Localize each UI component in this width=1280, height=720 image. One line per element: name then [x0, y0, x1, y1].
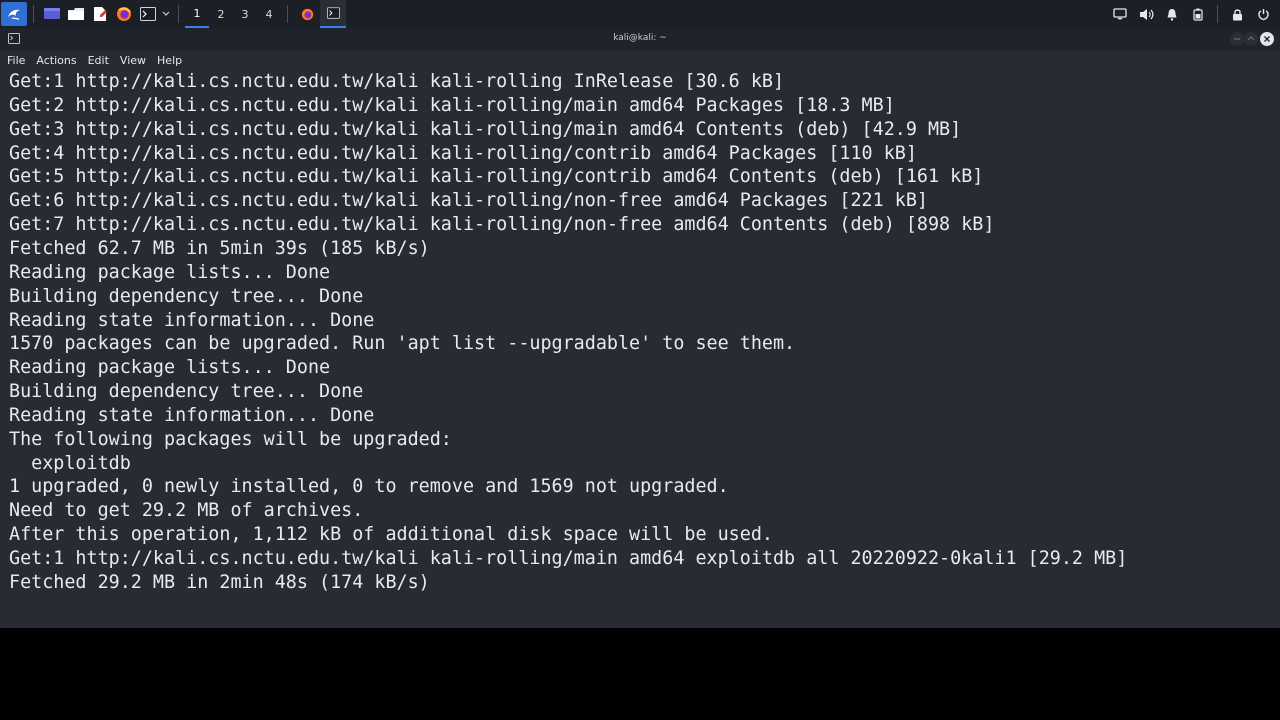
task-firefox[interactable] — [294, 0, 320, 28]
panel-separator — [287, 5, 288, 23]
top-panel: 1 2 3 4 — [0, 0, 1280, 28]
notification-bell-icon[interactable] — [1159, 0, 1185, 28]
lock-icon[interactable] — [1224, 0, 1250, 28]
terminal-line: Reading state information... Done — [9, 309, 375, 331]
minimize-icon — [1234, 38, 1240, 40]
terminal-line: Reading state information... Done — [9, 404, 375, 426]
terminal-output[interactable]: Get:1 http://kali.cs.nctu.edu.tw/kali ka… — [0, 70, 1280, 628]
terminal-line: After this operation, 1,112 kB of additi… — [9, 524, 773, 546]
window-menubar: File Actions Edit View Help — [0, 50, 1280, 70]
file-manager-launcher[interactable] — [64, 0, 88, 28]
terminal-line: Fetched 29.2 MB in 2min 48s (174 kB/s) — [9, 571, 430, 593]
terminal-line: Get:5 http://kali.cs.nctu.edu.tw/kali ka… — [9, 166, 984, 188]
letterbox-bar — [0, 628, 1280, 720]
firefox-icon — [117, 7, 131, 21]
terminal-launcher[interactable] — [136, 0, 160, 28]
app-menu-icon — [1, 2, 27, 26]
terminal-line: 1570 packages can be upgraded. Run 'apt … — [9, 333, 796, 355]
terminal-line: Need to get 29.2 MB of archives. — [9, 500, 364, 522]
terminal-line: Get:3 http://kali.cs.nctu.edu.tw/kali ka… — [9, 118, 962, 140]
terminal-icon — [326, 7, 340, 19]
firefox-icon — [301, 8, 313, 20]
terminal-line: Reading package lists... Done — [9, 261, 331, 283]
menu-edit[interactable]: Edit — [88, 54, 109, 67]
terminal-line: Get:1 http://kali.cs.nctu.edu.tw/kali ka… — [9, 71, 785, 92]
terminal-line: 1 upgraded, 0 newly installed, 0 to remo… — [9, 476, 729, 498]
panel-separator — [178, 5, 179, 23]
terminal-line: Get:4 http://kali.cs.nctu.edu.tw/kali ka… — [9, 142, 917, 164]
file-manager-icon — [68, 8, 84, 20]
display-icon[interactable] — [1107, 0, 1133, 28]
terminal-line: Building dependency tree... Done — [9, 285, 364, 307]
terminal-line: Get:1 http://kali.cs.nctu.edu.tw/kali ka… — [9, 548, 1128, 569]
desktop-screen: 1 2 3 4 kali@kali: ~ File Actions Edit V… — [0, 0, 1280, 720]
text-editor-icon — [94, 7, 107, 21]
terminal-window: kali@kali: ~ File Actions Edit View Help… — [0, 28, 1280, 628]
terminal-line: exploitdb — [9, 452, 131, 474]
menu-actions[interactable]: Actions — [36, 54, 76, 67]
window-title: kali@kali: ~ — [613, 33, 667, 43]
workspace-1[interactable]: 1 — [185, 0, 209, 28]
window-titlebar[interactable]: kali@kali: ~ — [0, 28, 1280, 50]
terminal-line: Get:7 http://kali.cs.nctu.edu.tw/kali ka… — [9, 214, 995, 236]
battery-icon[interactable] — [1185, 0, 1211, 28]
terminal-icon — [140, 7, 156, 21]
terminal-line: Reading package lists... Done — [9, 357, 331, 379]
maximize-icon — [1247, 36, 1255, 41]
task-terminal[interactable] — [320, 0, 346, 28]
power-icon[interactable] — [1250, 0, 1276, 28]
panel-separator — [33, 5, 34, 23]
terminal-line: Building dependency tree... Done — [9, 381, 364, 403]
close-button[interactable] — [1260, 32, 1274, 46]
menu-view[interactable]: View — [120, 54, 146, 67]
close-icon — [1264, 36, 1270, 42]
text-editor-launcher[interactable] — [88, 0, 112, 28]
desktop-icon — [44, 8, 60, 19]
volume-icon[interactable] — [1133, 0, 1159, 28]
terminal-line: Get:6 http://kali.cs.nctu.edu.tw/kali ka… — [9, 190, 928, 212]
menu-file[interactable]: File — [7, 54, 25, 67]
minimize-button[interactable] — [1230, 32, 1244, 46]
workspace-3[interactable]: 3 — [233, 0, 257, 28]
firefox-launcher[interactable] — [112, 0, 136, 28]
terminal-launcher-dropdown[interactable] — [160, 0, 172, 28]
system-tray — [1107, 0, 1276, 28]
terminal-line: Fetched 62.7 MB in 5min 39s (185 kB/s) — [9, 237, 430, 259]
terminal-line: Get:2 http://kali.cs.nctu.edu.tw/kali ka… — [9, 94, 895, 116]
maximize-button[interactable] — [1244, 32, 1258, 46]
desktop-launcher[interactable] — [40, 0, 64, 28]
workspace-2[interactable]: 2 — [209, 0, 233, 28]
chevron-down-icon — [162, 11, 170, 16]
app-menu-button[interactable] — [0, 0, 27, 28]
terminal-line: The following packages will be upgraded: — [9, 428, 452, 450]
menu-help[interactable]: Help — [157, 54, 182, 67]
panel-separator — [1217, 5, 1218, 23]
workspace-4[interactable]: 4 — [257, 0, 281, 28]
